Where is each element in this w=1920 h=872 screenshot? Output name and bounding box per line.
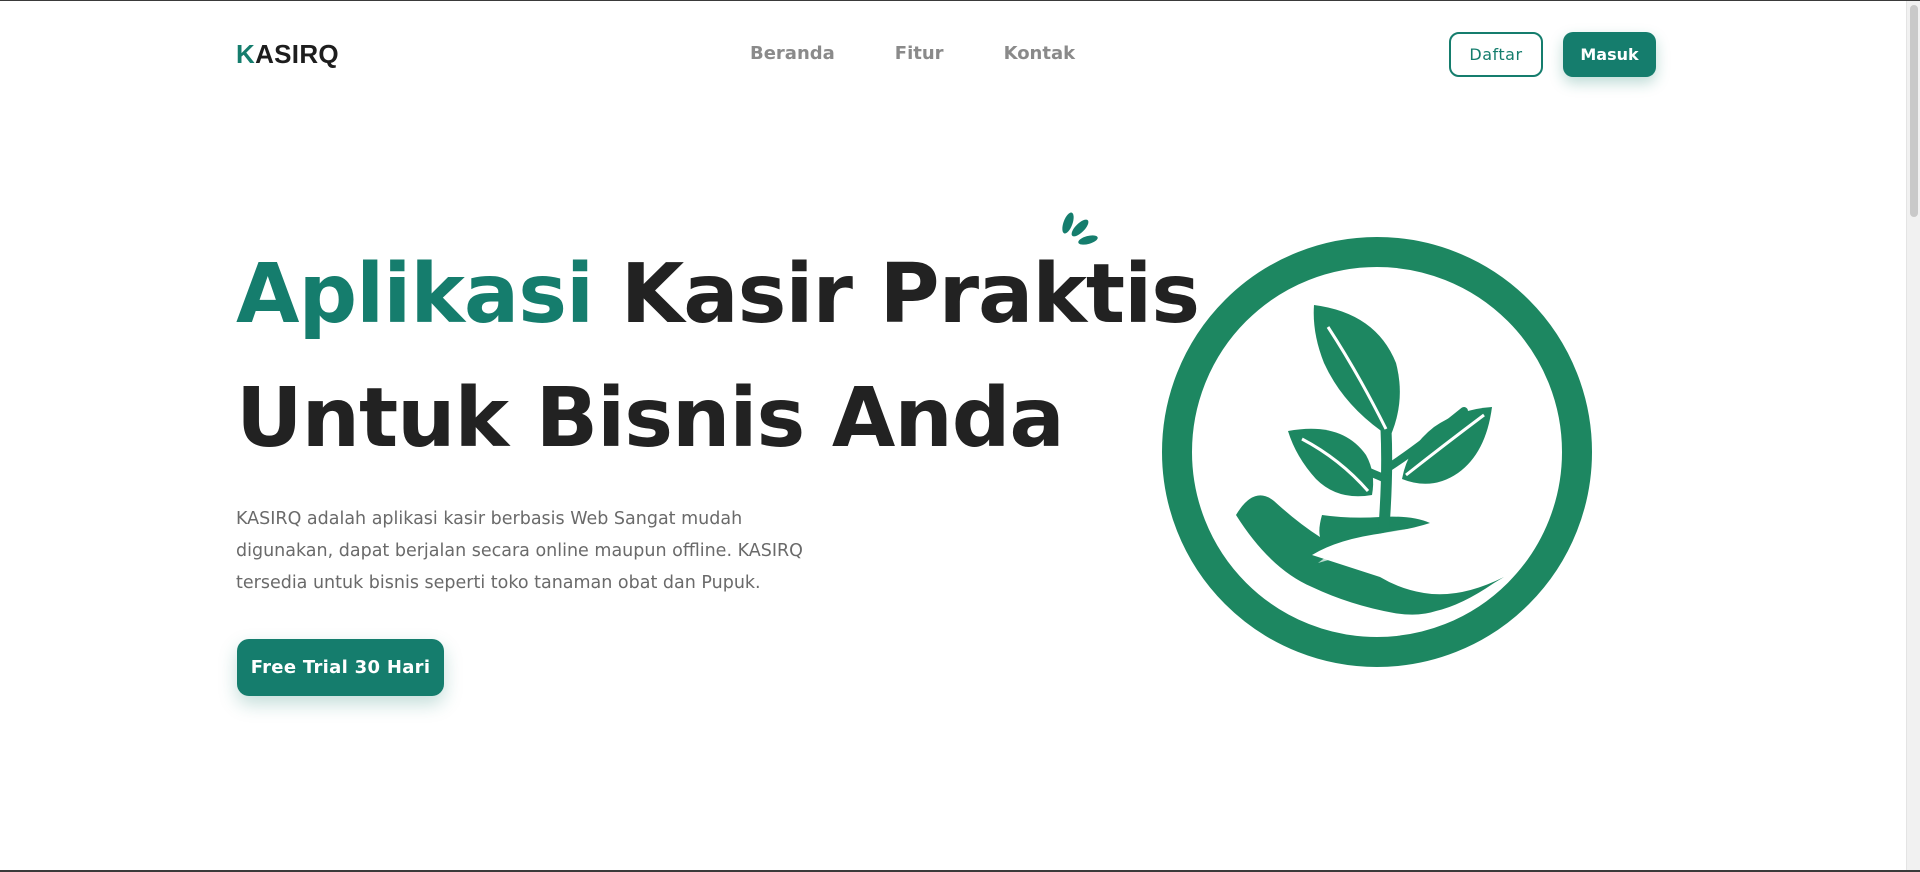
nav-link-fitur[interactable]: Fitur	[895, 43, 944, 64]
hero-description: KASIRQ adalah aplikasi kasir berbasis We…	[236, 509, 803, 593]
brand-logo[interactable]: KASIRQ	[236, 39, 339, 70]
logo-text: ASIRQ	[255, 39, 339, 69]
nav-link-beranda[interactable]: Beranda	[750, 43, 835, 64]
hero-title: Aplikasi Kasir Praktis Untuk Bisnis Anda	[236, 233, 1200, 481]
hero-title-line2: Untuk Bisnis Anda	[236, 371, 1065, 466]
register-button[interactable]: Daftar	[1449, 32, 1543, 77]
sparkle-icon	[1062, 212, 1098, 245]
login-button[interactable]: Masuk	[1563, 32, 1656, 77]
scrollbar-thumb[interactable]	[1910, 5, 1918, 217]
nav-link-kontak[interactable]: Kontak	[1004, 43, 1076, 64]
logo-initial: K	[236, 39, 256, 69]
hero-title-accent: Aplikasi	[236, 247, 594, 342]
landing-page: KASIRQ Beranda Fitur Kontak Daftar Masuk…	[0, 1, 1906, 871]
navbar: KASIRQ Beranda Fitur Kontak Daftar Masuk	[236, 29, 1656, 81]
hero-title-line1: Kasir Praktis	[593, 247, 1200, 342]
nav-links: Beranda Fitur Kontak	[750, 43, 1075, 64]
plant-in-hand-logo-icon	[1162, 237, 1592, 667]
vertical-scrollbar[interactable]	[1906, 1, 1920, 871]
free-trial-button[interactable]: Free Trial 30 Hari	[237, 639, 444, 696]
